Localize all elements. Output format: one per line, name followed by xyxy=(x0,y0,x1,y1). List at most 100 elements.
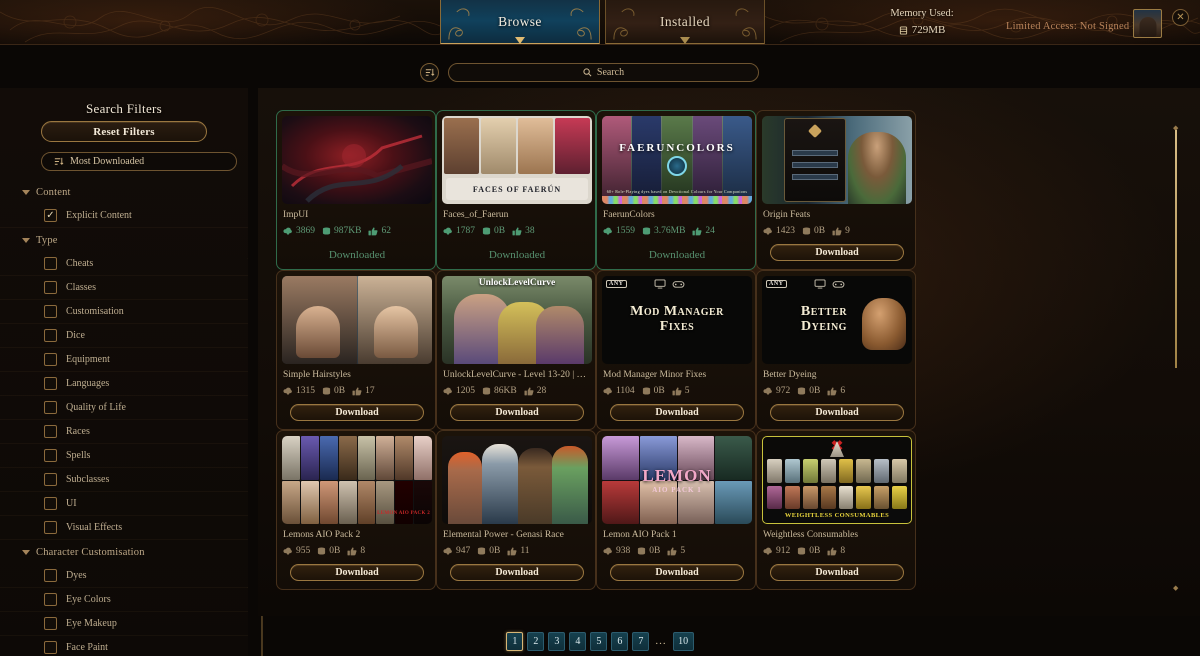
file-size-value: 0B xyxy=(489,546,501,556)
download-button[interactable]: Download xyxy=(450,564,584,581)
filter-checkbox-spells[interactable]: Spells xyxy=(0,444,248,468)
checkbox-icon[interactable] xyxy=(44,281,57,294)
checkbox-icon[interactable] xyxy=(44,257,57,270)
filter-checkbox-explicit-content[interactable]: ✓ Explicit Content xyxy=(0,204,248,228)
mod-thumbnail[interactable]: ✖WEIGHTLESS CONSUMABLES xyxy=(762,436,912,524)
mod-thumbnail[interactable]: ANY Mod Manager Fixes xyxy=(602,276,752,364)
art-face-portraits xyxy=(442,116,592,176)
account-status[interactable]: Limited Access: Not Signed In xyxy=(1006,21,1141,32)
tab-installed[interactable]: Installed xyxy=(605,0,765,44)
filter-group-type[interactable]: Type xyxy=(0,228,248,252)
page-button-last[interactable]: 10 xyxy=(672,631,694,651)
filter-checkbox-ui[interactable]: UI xyxy=(0,492,248,516)
download-button[interactable]: Download xyxy=(770,244,904,261)
mod-thumbnail[interactable]: FACES OF FAERÚN xyxy=(442,116,592,204)
filter-checkbox-equipment[interactable]: Equipment xyxy=(0,348,248,372)
search-input[interactable]: Search xyxy=(448,63,759,82)
page-button-2[interactable]: 2 xyxy=(527,631,545,651)
file-size: 86KB xyxy=(482,386,517,396)
filter-checkbox-label: Spells xyxy=(66,450,91,461)
mod-thumbnail[interactable] xyxy=(282,116,432,204)
page-button-6[interactable]: 6 xyxy=(611,631,629,651)
mod-card[interactable]: FACES OF FAERÚN Faces_of_Faerun 1787 0B 38 Do… xyxy=(436,110,596,270)
checkbox-icon[interactable] xyxy=(44,569,57,582)
checkbox-icon[interactable] xyxy=(44,305,57,318)
filter-checkbox-subclasses[interactable]: Subclasses xyxy=(0,468,248,492)
filter-group-content[interactable]: Content xyxy=(0,180,248,204)
art-char-c xyxy=(536,306,584,364)
checkbox-icon[interactable]: ✓ xyxy=(44,209,57,222)
page-title: Search Filters xyxy=(85,101,163,116)
page-button-1[interactable]: 1 xyxy=(506,631,524,651)
search-placeholder: Search xyxy=(596,67,625,78)
mod-card[interactable]: FAERUNCOLORS 60+ Role-Playing dyes based … xyxy=(596,110,756,270)
mod-stats: 3869 987KB 62 xyxy=(282,226,430,236)
mod-stats: 912 0B 8 xyxy=(762,546,910,556)
close-icon[interactable]: ✕ xyxy=(1172,9,1189,26)
checkbox-icon[interactable] xyxy=(44,329,57,342)
checkbox-icon[interactable] xyxy=(44,353,57,366)
checkbox-icon[interactable] xyxy=(44,593,57,606)
download-button[interactable]: Download xyxy=(610,404,744,421)
checkbox-icon[interactable] xyxy=(44,521,57,534)
mod-card[interactable]: LEMON AIO PACK 1 Lemon AIO Pack 1 938 0B 5 Dow… xyxy=(596,430,756,590)
file-size-value: 0B xyxy=(494,226,506,236)
filter-checkbox-quality-of-life[interactable]: Quality of Life xyxy=(0,396,248,420)
filter-group-character-customisation[interactable]: Character Customisation xyxy=(0,540,248,564)
checkbox-icon[interactable] xyxy=(44,497,57,510)
sort-icon[interactable] xyxy=(420,63,439,82)
mod-card[interactable]: Origin Feats 1423 0B 9 Download xyxy=(756,110,916,270)
checkbox-icon[interactable] xyxy=(44,401,57,414)
filter-checkbox-eye-colors[interactable]: Eye Colors xyxy=(0,588,248,612)
mod-thumbnail[interactable]: ANY Better Dyeing xyxy=(762,276,912,364)
mod-thumbnail[interactable]: FAERUNCOLORS 60+ Role-Playing dyes based … xyxy=(602,116,752,204)
art-title-text: Mod Manager Fixes xyxy=(630,304,724,334)
filter-checkbox-customisation[interactable]: Customisation xyxy=(0,300,248,324)
page-button-5[interactable]: 5 xyxy=(590,631,608,651)
filter-checkbox-languages[interactable]: Languages xyxy=(0,372,248,396)
filter-group-list[interactable]: Content ✓ Explicit Content Type Cheats Classe… xyxy=(0,180,248,656)
filter-checkbox-dice[interactable]: Dice xyxy=(0,324,248,348)
page-button-4[interactable]: 4 xyxy=(569,631,587,651)
like-count-value: 11 xyxy=(520,546,530,556)
storage-icon xyxy=(642,387,650,395)
reset-filters-button[interactable]: Reset Filters xyxy=(41,121,207,142)
checkbox-icon[interactable] xyxy=(44,377,57,390)
mod-card[interactable]: ANY Better Dyeing Better Dyeing 972 0B 6 Downlo… xyxy=(756,270,916,430)
sort-dropdown[interactable]: Most Downloaded xyxy=(41,152,237,171)
download-button[interactable]: Download xyxy=(450,404,584,421)
mod-thumbnail[interactable]: LEMON AIO PACK 2 xyxy=(282,436,432,524)
mod-card[interactable]: ✖WEIGHTLESS CONSUMABLES Weightless Consum… xyxy=(756,430,916,590)
avatar[interactable] xyxy=(1133,9,1162,38)
mod-card[interactable]: ANY Mod Manager Fixes Mod Manager Minor Fix… xyxy=(596,270,756,430)
page-button-3[interactable]: 3 xyxy=(548,631,566,651)
filter-checkbox-cheats[interactable]: Cheats xyxy=(0,252,248,276)
checkbox-icon[interactable] xyxy=(44,473,57,486)
download-button[interactable]: Download xyxy=(770,564,904,581)
filter-checkbox-dyes[interactable]: Dyes xyxy=(0,564,248,588)
mod-card[interactable]: Simple Hairstyles 1315 0B 17 Download xyxy=(276,270,436,430)
download-count: 1104 xyxy=(603,386,635,396)
download-button[interactable]: Download xyxy=(770,404,904,421)
mod-card[interactable]: Elemental Power - Genasi Race 947 0B 11 Down… xyxy=(436,430,596,590)
mod-card[interactable]: LEMON AIO PACK 2 Lemons AIO Pack 2 955 0B 8 D… xyxy=(276,430,436,590)
page-button-7[interactable]: 7 xyxy=(632,631,650,651)
checkbox-icon[interactable] xyxy=(44,425,57,438)
content-scrollbar[interactable] xyxy=(1175,130,1177,368)
mod-thumbnail[interactable]: UnlockLevelCurve xyxy=(442,276,592,364)
mod-thumbnail[interactable] xyxy=(442,436,592,524)
filter-checkbox-classes[interactable]: Classes xyxy=(0,276,248,300)
checkbox-icon[interactable] xyxy=(44,449,57,462)
thumbs-up-icon xyxy=(692,227,702,235)
mod-card[interactable]: ImpUI 3869 987KB 62 Downloaded xyxy=(276,110,436,270)
tab-browse[interactable]: Browse xyxy=(440,0,600,44)
mod-card[interactable]: UnlockLevelCurve UnlockLevelCurve - Level… xyxy=(436,270,596,430)
filter-checkbox-races[interactable]: Races xyxy=(0,420,248,444)
mod-thumbnail[interactable] xyxy=(282,276,432,364)
download-button[interactable]: Download xyxy=(290,564,424,581)
mod-thumbnail[interactable] xyxy=(762,116,912,204)
filter-checkbox-visual-effects[interactable]: Visual Effects xyxy=(0,516,248,540)
download-button[interactable]: Download xyxy=(610,564,744,581)
download-button[interactable]: Download xyxy=(290,404,424,421)
mod-thumbnail[interactable]: LEMON AIO PACK 1 xyxy=(602,436,752,524)
